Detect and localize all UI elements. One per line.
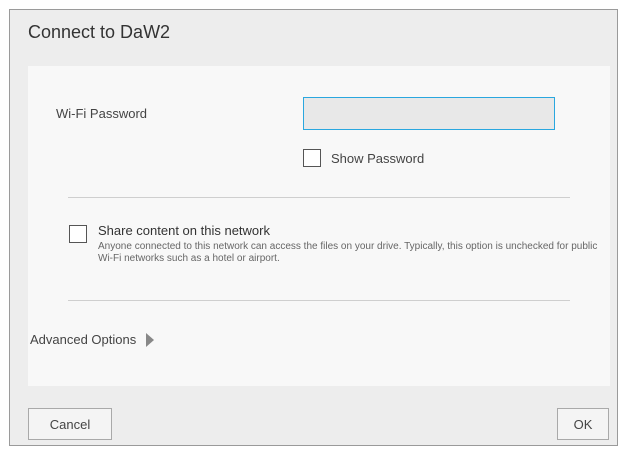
divider: [68, 197, 570, 198]
wifi-password-input[interactable]: [303, 97, 555, 130]
connect-dialog: Connect to DaW2 Wi-Fi Password Show Pass…: [9, 9, 618, 446]
show-password-label[interactable]: Show Password: [331, 151, 424, 166]
share-content-label[interactable]: Share content on this network: [98, 223, 270, 238]
advanced-options-toggle[interactable]: Advanced Options: [30, 332, 155, 347]
dialog-title: Connect to DaW2: [28, 22, 171, 42]
share-content-checkbox[interactable]: [69, 225, 87, 243]
share-content-description: Anyone connected to this network can acc…: [98, 241, 598, 264]
cancel-button[interactable]: Cancel: [28, 408, 112, 440]
wifi-password-label: Wi-Fi Password: [56, 106, 148, 121]
show-password-checkbox[interactable]: [303, 149, 321, 167]
show-password-option[interactable]: Show Password: [303, 149, 424, 167]
triangle-right-icon[interactable]: [146, 332, 155, 347]
ok-button[interactable]: OK: [557, 408, 609, 440]
advanced-options-label[interactable]: Advanced Options: [30, 332, 136, 347]
divider: [68, 300, 570, 301]
dialog-content: Wi-Fi Password Show Password Share conte…: [28, 66, 610, 386]
